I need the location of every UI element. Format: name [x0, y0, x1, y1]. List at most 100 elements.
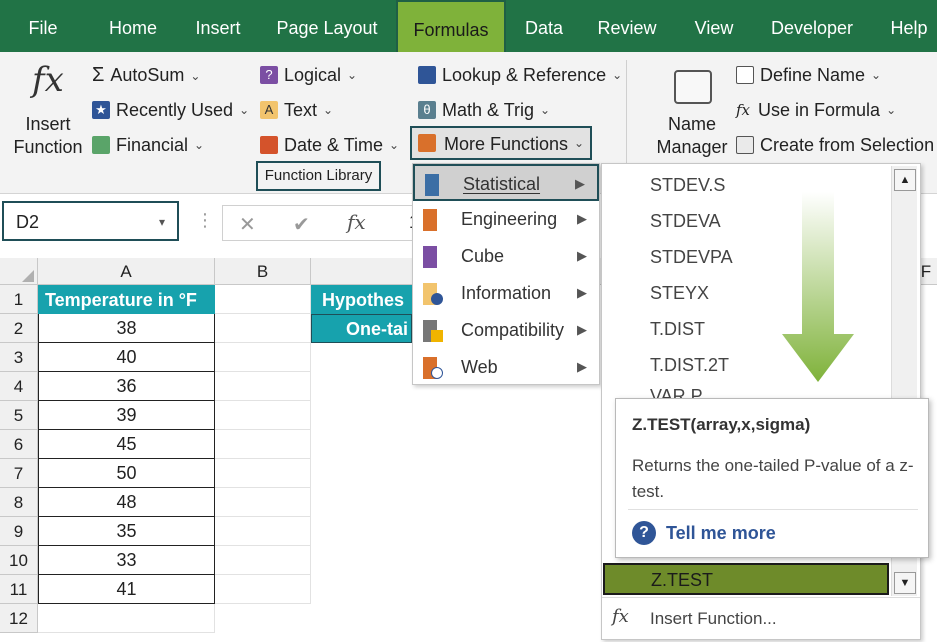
chevron-down-icon: ⌄: [886, 103, 897, 118]
cell-b9[interactable]: [215, 517, 311, 546]
chevron-down-icon: ⌄: [190, 68, 201, 83]
menu-item-cube[interactable]: Cube ▶: [413, 238, 599, 275]
clock-icon: [260, 136, 278, 155]
row-header[interactable]: 6: [0, 430, 38, 459]
help-circle-icon: ?: [632, 521, 656, 545]
menu-item-engineering[interactable]: Engineering ▶: [413, 201, 599, 238]
date-time-button[interactable]: Date & Time ⌄: [260, 134, 399, 156]
column-header-a[interactable]: A: [38, 258, 215, 285]
function-item-selected[interactable]: Z.TEST: [603, 563, 889, 595]
cell-b7[interactable]: [215, 459, 311, 488]
logical-button[interactable]: ? Logical ⌄: [260, 64, 357, 86]
cell-a5[interactable]: 39: [38, 401, 215, 430]
engineering-icon: [423, 209, 437, 231]
cell-b3[interactable]: [215, 343, 311, 372]
menu-item-statistical[interactable]: Statistical ▶: [413, 164, 599, 201]
cell-a10[interactable]: 33: [38, 546, 215, 575]
cell-a12[interactable]: [38, 604, 215, 633]
cell-b8[interactable]: [215, 488, 311, 517]
function-item[interactable]: STDEV.S: [650, 175, 725, 196]
insert-function-menu-item[interactable]: fx Insert Function...: [602, 600, 920, 638]
row-header[interactable]: 7: [0, 459, 38, 488]
row-header[interactable]: 1: [0, 285, 38, 314]
info-circle-icon: [431, 293, 443, 305]
function-tooltip: Z.TEST(array,x,sigma) Returns the one-ta…: [615, 398, 929, 558]
lookup-reference-button[interactable]: Lookup & Reference ⌄: [418, 64, 622, 86]
function-item[interactable]: STDEVA: [650, 211, 721, 232]
name-manager-button[interactable]: Name Manager: [652, 62, 732, 166]
cell-a11[interactable]: 41: [38, 575, 215, 604]
cell-a2[interactable]: 38: [38, 314, 215, 343]
select-all-corner[interactable]: [0, 258, 38, 285]
insert-function-button[interactable]: fx Insert Function: [8, 58, 88, 162]
function-item[interactable]: T.DIST: [650, 319, 705, 340]
tab-formulas[interactable]: Formulas: [396, 0, 506, 52]
function-item[interactable]: STEYX: [650, 283, 709, 304]
cell-b2[interactable]: [215, 314, 311, 343]
scroll-up-icon[interactable]: ▲: [894, 169, 916, 191]
cell-a6[interactable]: 45: [38, 430, 215, 459]
column-header-b[interactable]: B: [215, 258, 311, 285]
row-header[interactable]: 3: [0, 343, 38, 372]
text-button[interactable]: A Text ⌄: [260, 99, 333, 121]
enter-icon[interactable]: ✔: [293, 212, 310, 237]
tooltip-divider: [628, 509, 918, 510]
cell-b11[interactable]: [215, 575, 311, 604]
recently-used-button[interactable]: ★ Recently Used ⌄: [92, 99, 249, 121]
row-header[interactable]: 9: [0, 517, 38, 546]
chevron-down-icon: ▾: [158, 215, 165, 229]
menu-divider: [602, 597, 920, 598]
cell-a7[interactable]: 50: [38, 459, 215, 488]
row-header[interactable]: 12: [0, 604, 38, 633]
more-functions-button[interactable]: More Functions ⌄: [410, 126, 592, 160]
name-box[interactable]: D2 ▾: [2, 201, 179, 241]
cell-a1-header[interactable]: Temperature in °F: [38, 285, 215, 314]
autosum-button[interactable]: Σ AutoSum ⌄: [92, 64, 200, 87]
cell-d1[interactable]: Hypothes: [311, 285, 412, 314]
row-header[interactable]: 2: [0, 314, 38, 343]
tab-page-layout[interactable]: Page Layout: [270, 0, 384, 52]
tab-developer[interactable]: Developer: [762, 0, 862, 52]
tab-home[interactable]: Home: [100, 0, 166, 52]
cancel-icon[interactable]: ✕: [239, 212, 256, 237]
math-trig-button[interactable]: θ Math & Trig ⌄: [418, 99, 550, 121]
scroll-down-icon[interactable]: ▼: [894, 572, 916, 594]
tab-insert[interactable]: Insert: [190, 0, 246, 52]
cell-b10[interactable]: [215, 546, 311, 575]
cell-a4[interactable]: 36: [38, 372, 215, 401]
create-from-selection-button[interactable]: Create from Selection: [736, 134, 934, 156]
menu-item-compatibility[interactable]: Compatibility ▶: [413, 312, 599, 349]
cell-a8[interactable]: 48: [38, 488, 215, 517]
tab-data[interactable]: Data: [518, 0, 570, 52]
row-header[interactable]: 11: [0, 575, 38, 604]
cube-icon: [423, 246, 437, 268]
cell-d2[interactable]: One-tai: [311, 314, 412, 343]
function-library-group-label: Function Library: [256, 161, 381, 191]
row-header[interactable]: 5: [0, 401, 38, 430]
menu-item-web[interactable]: Web ▶: [413, 349, 599, 386]
cell-b4[interactable]: [215, 372, 311, 401]
cell-b6[interactable]: [215, 430, 311, 459]
cell-a9[interactable]: 35: [38, 517, 215, 546]
vertical-dots-icon: ⋮: [196, 210, 214, 230]
use-in-formula-button[interactable]: fx Use in Formula ⌄: [736, 99, 896, 121]
cell-b5[interactable]: [215, 401, 311, 430]
row-header[interactable]: 10: [0, 546, 38, 575]
function-item[interactable]: T.DIST.2T: [650, 355, 729, 376]
function-item[interactable]: STDEVPA: [650, 247, 733, 268]
row-header[interactable]: 4: [0, 372, 38, 401]
tab-view[interactable]: View: [686, 0, 742, 52]
tooltip-description: Returns the one-tailed P-value of a z-te…: [632, 456, 914, 501]
statistical-icon: [425, 174, 439, 196]
cell-a3[interactable]: 40: [38, 343, 215, 372]
insert-function-icon[interactable]: fx: [347, 210, 366, 234]
cell-b1[interactable]: [215, 285, 311, 314]
tab-review[interactable]: Review: [594, 0, 660, 52]
define-name-button[interactable]: Define Name ⌄: [736, 64, 881, 86]
menu-item-information[interactable]: Information ▶: [413, 275, 599, 312]
tab-help[interactable]: Help: [884, 0, 934, 52]
tab-file[interactable]: File: [18, 0, 68, 52]
chevron-down-icon: ⌄: [574, 136, 585, 150]
financial-button[interactable]: Financial ⌄: [92, 134, 204, 156]
row-header[interactable]: 8: [0, 488, 38, 517]
